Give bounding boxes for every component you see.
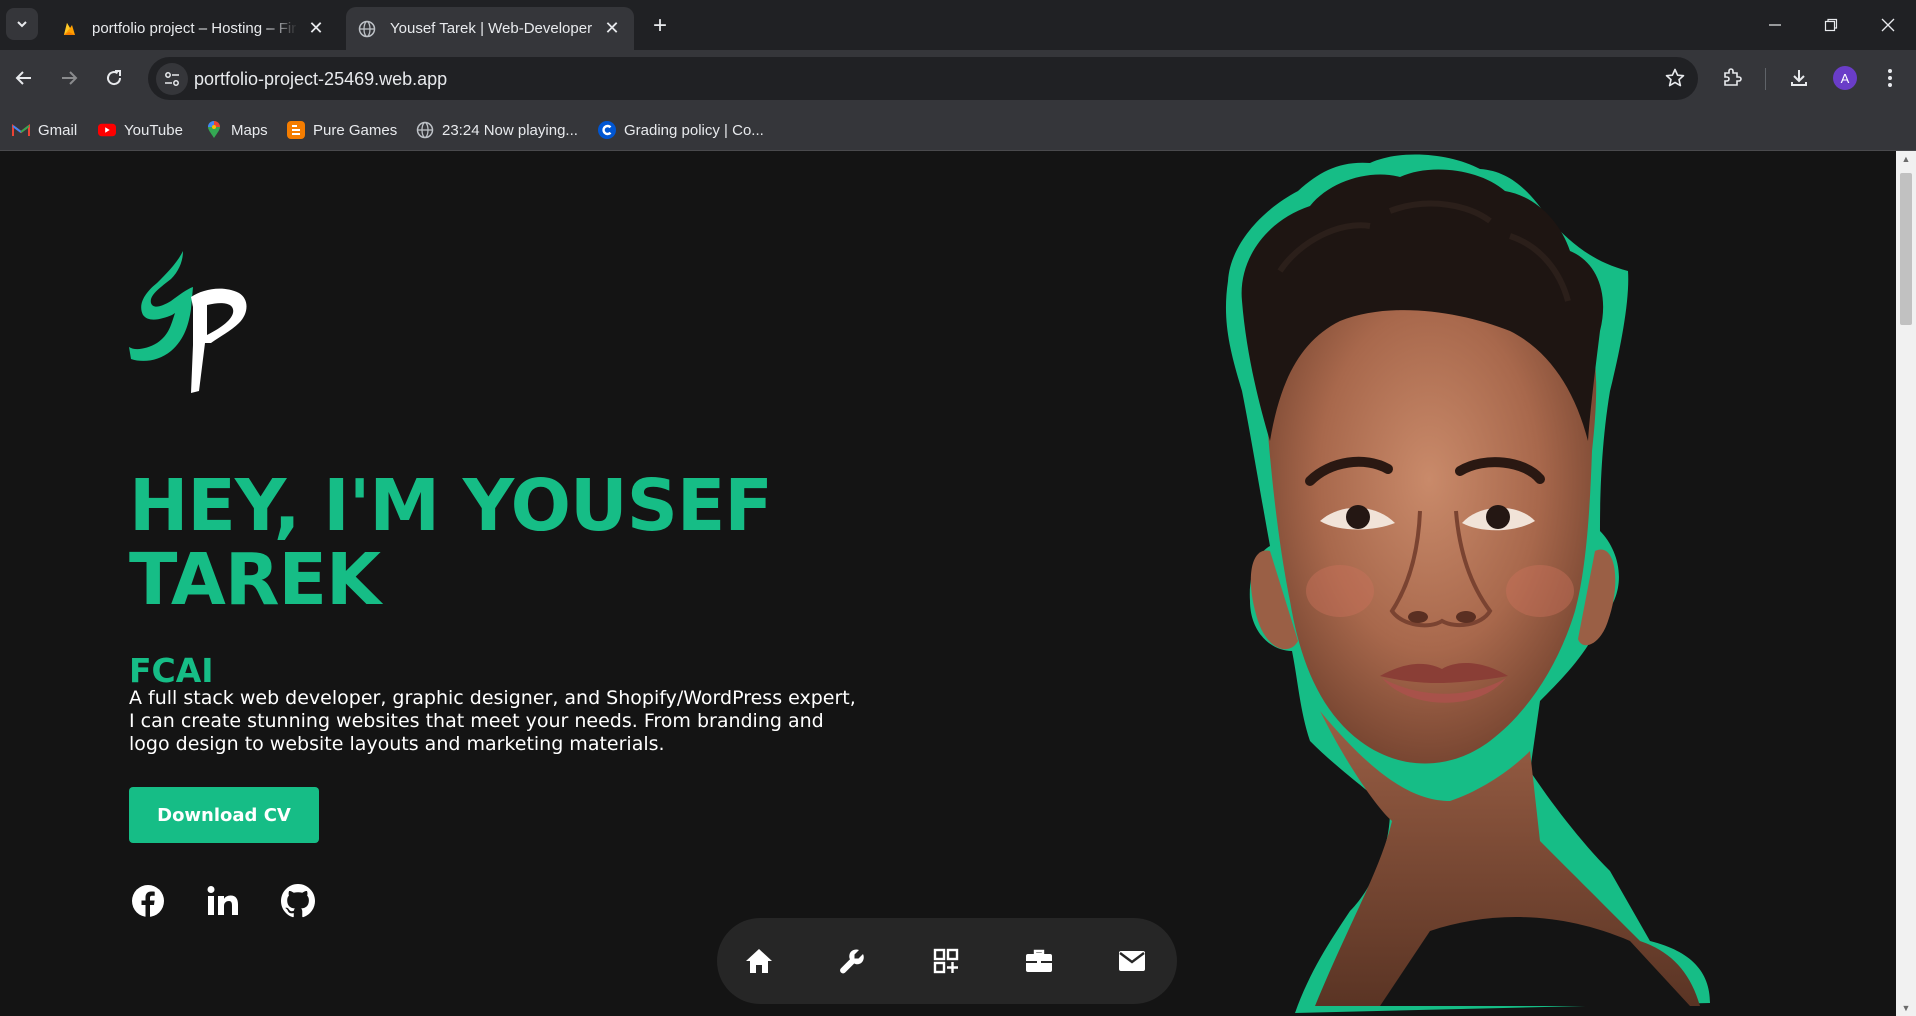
reload-button[interactable] — [96, 60, 132, 96]
reload-icon — [107, 70, 122, 86]
restore-icon — [1824, 18, 1838, 32]
nav-portfolio-button[interactable] — [928, 943, 964, 979]
github-icon — [281, 884, 315, 918]
hero-description: A full stack web developer, graphic desi… — [129, 687, 856, 755]
close-window-button[interactable] — [1860, 0, 1916, 50]
github-link[interactable] — [280, 883, 316, 919]
extensions-button[interactable] — [1714, 60, 1750, 96]
gmail-icon — [12, 121, 30, 139]
tune-icon — [165, 72, 179, 86]
download-cv-button[interactable]: Download CV — [129, 787, 319, 843]
briefcase-icon — [1026, 949, 1052, 972]
nav-services-button[interactable] — [834, 943, 870, 979]
scroll-up-arrow[interactable]: ▲ — [1901, 154, 1911, 164]
bookmark-youtube[interactable]: YouTube — [98, 119, 183, 141]
close-icon — [1881, 18, 1895, 32]
address-bar[interactable]: portfolio-project-25469.web.app — [148, 57, 1698, 100]
url-text: portfolio-project-25469.web.app — [194, 69, 448, 89]
minimize-button[interactable] — [1747, 0, 1803, 50]
more-vert-icon — [1888, 69, 1892, 87]
close-tab-icon[interactable]: ✕ — [602, 18, 622, 39]
downloads-button[interactable] — [1781, 60, 1817, 96]
browser-chrome: portfolio project – Hosting – Fir ✕ Yous… — [0, 0, 1916, 151]
bottom-nav-dock — [717, 918, 1177, 1004]
hero-subtitle: FCAI — [129, 651, 214, 690]
tab-title: portfolio project – Hosting – Fir — [92, 20, 297, 37]
hero-title-line: TAREK — [129, 538, 381, 621]
menu-button[interactable] — [1872, 60, 1908, 96]
arrow-right-icon — [62, 71, 78, 85]
chevron-down-icon — [17, 21, 27, 28]
linkedin-link[interactable] — [205, 883, 241, 919]
firebase-icon — [64, 22, 75, 35]
page-scrollbar[interactable]: ▲ ▼ — [1896, 151, 1916, 1016]
scrollbar-thumb[interactable] — [1900, 173, 1912, 325]
portfolio-page: HEY, I'M YOUSEF TAREK FCAI A full stack … — [0, 151, 1896, 1016]
bookmark-label: Maps — [231, 121, 268, 139]
toolbar-divider — [1765, 68, 1766, 90]
puzzle-icon — [1724, 68, 1742, 86]
arrow-left-icon — [15, 71, 31, 85]
nav-experience-button[interactable] — [1021, 943, 1057, 979]
blogger-icon — [287, 121, 305, 139]
bookmark-pure-games[interactable]: Pure Games — [287, 119, 397, 141]
facebook-link[interactable] — [130, 883, 166, 919]
site-logo[interactable] — [127, 243, 247, 393]
restore-button[interactable] — [1803, 0, 1859, 50]
bookmark-label: 23:24 Now playing... — [442, 121, 578, 139]
profile-button[interactable]: A — [1827, 60, 1863, 96]
globe-icon — [416, 121, 434, 139]
bookmark-gmail[interactable]: Gmail — [12, 119, 77, 141]
scroll-down-arrow[interactable]: ▼ — [1901, 1003, 1911, 1013]
globe-icon — [358, 20, 376, 37]
bookmark-star-icon[interactable] — [1664, 67, 1686, 94]
bookmark-label: Grading policy | Co... — [624, 121, 764, 139]
close-tab-icon[interactable]: ✕ — [306, 18, 326, 39]
hero-title: HEY, I'M YOUSEF TAREK — [129, 469, 889, 617]
home-icon — [746, 949, 772, 973]
back-button[interactable] — [6, 60, 42, 96]
linkedin-icon — [207, 886, 238, 915]
bookmark-label: Pure Games — [313, 121, 398, 139]
bookmark-label: Gmail — [38, 121, 78, 139]
qr-grid-icon — [933, 948, 959, 974]
bookmarks-bar: Gmail YouTube Maps Pure Games 23:24 Now … — [0, 107, 1916, 151]
hero-title-line: HEY, I'M YOUSEF — [129, 464, 773, 547]
portrait-illustration — [1225, 154, 1710, 1013]
browser-toolbar: portfolio-project-25469.web.app A — [0, 50, 1916, 107]
minimize-icon — [1769, 24, 1781, 26]
youtube-icon — [98, 121, 116, 139]
nav-home-button[interactable] — [741, 943, 777, 979]
bookmark-now-playing[interactable]: 23:24 Now playing... — [416, 119, 578, 141]
maps-icon — [205, 121, 223, 139]
forward-button[interactable] — [51, 60, 87, 96]
download-icon — [1791, 70, 1807, 86]
new-tab-button[interactable]: + — [646, 12, 674, 40]
site-info-button[interactable] — [156, 63, 188, 95]
avatar: A — [1833, 66, 1857, 90]
bookmark-maps[interactable]: Maps — [205, 119, 268, 141]
wrench-icon — [840, 949, 864, 974]
bookmark-label: YouTube — [124, 121, 183, 139]
nav-contact-button[interactable] — [1114, 943, 1150, 979]
bookmark-grading-policy[interactable]: Grading policy | Co... — [598, 119, 764, 141]
mail-icon — [1119, 951, 1145, 971]
tab-strip: portfolio project – Hosting – Fir ✕ Yous… — [0, 0, 1916, 50]
tab-title: Yousef Tarek | Web-Developer — [390, 20, 593, 37]
tab-search-button[interactable] — [6, 8, 38, 40]
coursera-icon — [598, 121, 616, 139]
facebook-icon — [132, 885, 164, 917]
tab-portfolio[interactable]: Yousef Tarek | Web-Developer ✕ — [346, 7, 634, 50]
tab-firebase[interactable]: portfolio project – Hosting – Fir ✕ — [48, 7, 338, 50]
